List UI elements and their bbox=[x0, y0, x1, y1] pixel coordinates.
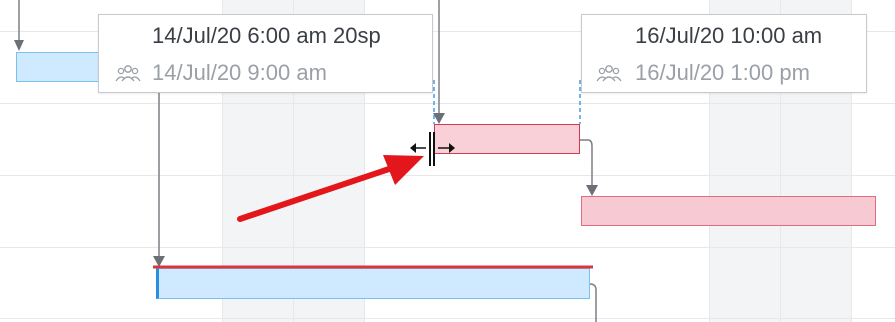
resource-start-text: 14/Jul/20 9:00 am bbox=[152, 60, 327, 85]
dependency-line bbox=[589, 283, 597, 322]
dependency-arrowhead bbox=[433, 113, 445, 124]
dependency-line bbox=[580, 139, 593, 186]
resource-end-text: 16/Jul/20 1:00 pm bbox=[635, 60, 810, 85]
annotation-arrow-icon bbox=[237, 155, 424, 222]
end-date-tooltip: 16/Jul/20 10:00 am 16/Jul/20 1:00 pm bbox=[581, 14, 867, 93]
team-icon bbox=[596, 65, 622, 82]
planned-start-text: 14/Jul/20 6:00 am 20sp bbox=[152, 23, 381, 48]
dependency-arrowhead bbox=[14, 40, 24, 51]
team-icon bbox=[115, 65, 141, 82]
dependency-arrowhead bbox=[586, 185, 598, 196]
start-date-tooltip: 14/Jul/20 6:00 am 20sp 14/Jul/20 9:00 am bbox=[98, 14, 433, 93]
planned-end-text: 16/Jul/20 10:00 am bbox=[635, 23, 823, 48]
dependency-arrowhead bbox=[153, 256, 165, 267]
